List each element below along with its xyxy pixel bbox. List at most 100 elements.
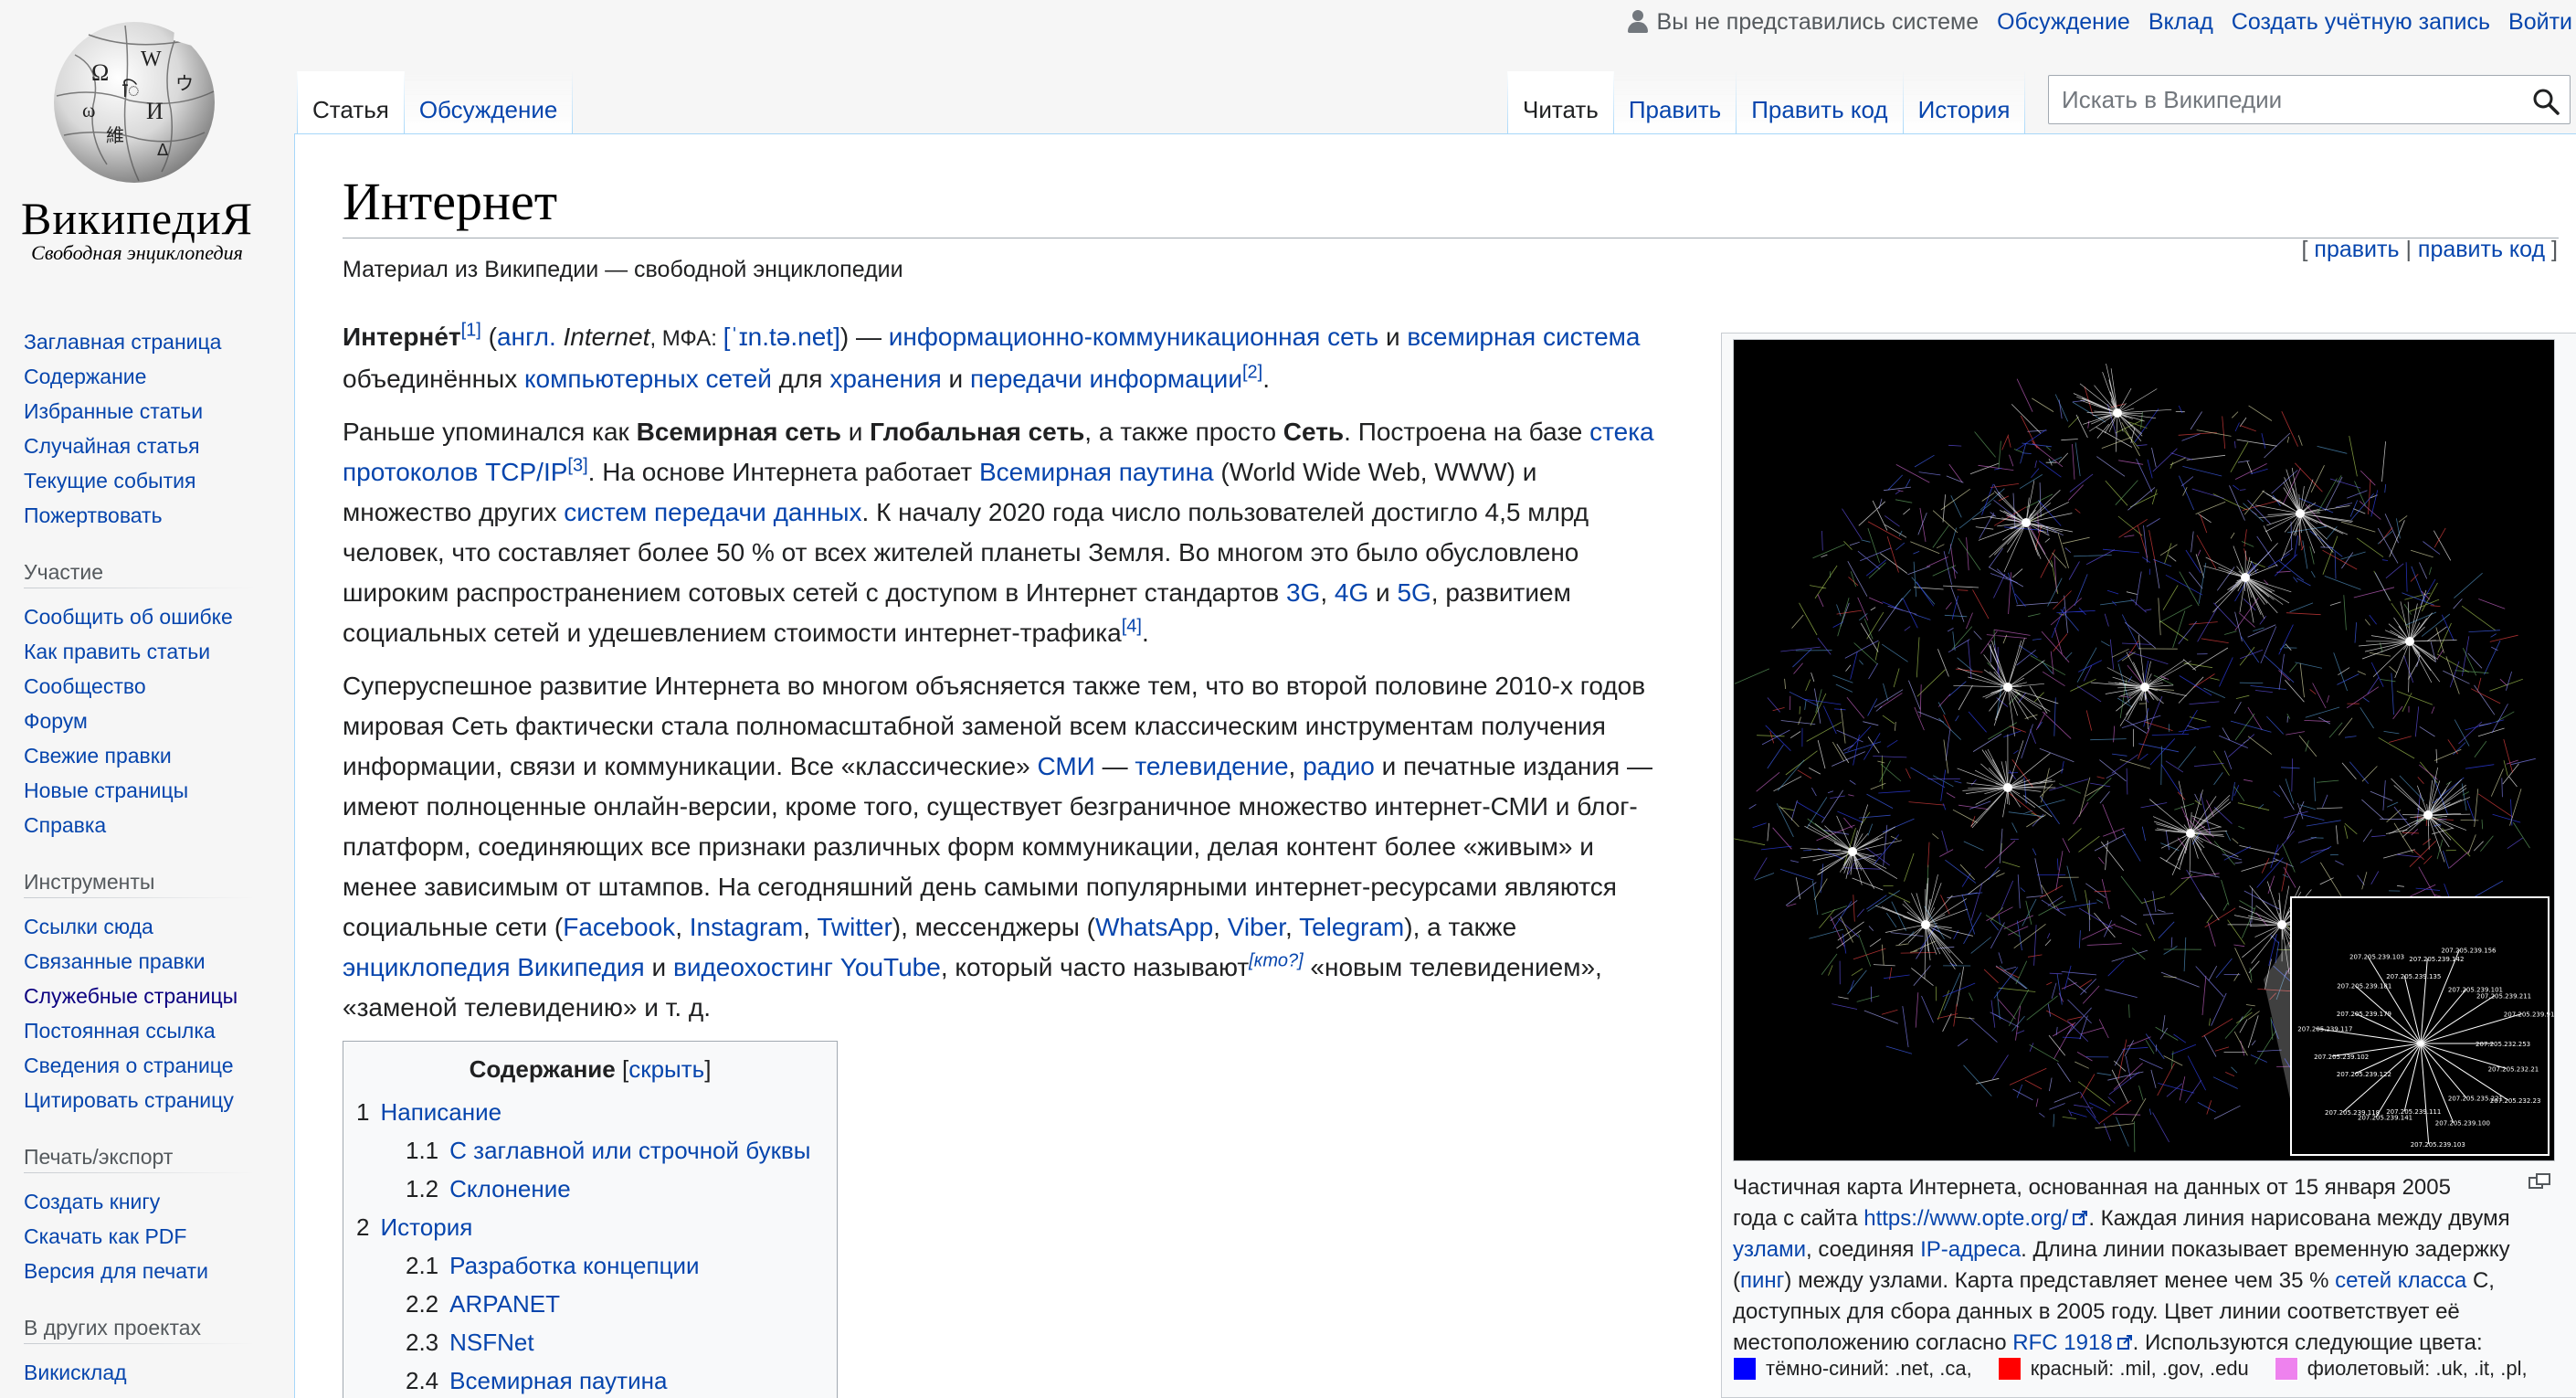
- ipa-link[interactable]: [ˈɪn.tə.net]: [723, 323, 840, 351]
- sidebar-tools: Инструменты Ссылки сюда Связанные правки…: [0, 870, 294, 1117]
- link-whatsapp[interactable]: WhatsApp: [1095, 913, 1213, 941]
- link-telegram[interactable]: Telegram: [1299, 913, 1404, 941]
- search-input[interactable]: [2049, 76, 2524, 123]
- sidebar-item-featured[interactable]: Избранные статьи: [24, 399, 203, 423]
- sidebar-item-recent-changes[interactable]: Свежие правки: [24, 744, 172, 768]
- toc-hide-link[interactable]: скрыть: [628, 1055, 704, 1083]
- toc-item[interactable]: 2.2 ARPANET: [356, 1285, 824, 1323]
- legend-swatch: [2274, 1357, 2298, 1381]
- my-talk-link[interactable]: Обсуждение: [1997, 9, 2130, 36]
- edit-link[interactable]: править: [2314, 237, 2399, 262]
- nodes-link[interactable]: узлами: [1733, 1237, 1806, 1262]
- sidebar-item-permanent-link[interactable]: Постоянная ссылка: [24, 1019, 216, 1043]
- toc-link[interactable]: С заглавной или строчной буквы: [449, 1137, 810, 1164]
- login-link[interactable]: Войти: [2508, 9, 2572, 36]
- sidebar-item-related-changes[interactable]: Связанные правки: [24, 949, 206, 973]
- edit-source-link[interactable]: править код: [2418, 237, 2545, 262]
- link-radio[interactable]: радио: [1303, 752, 1375, 780]
- toc-link[interactable]: История: [380, 1213, 472, 1241]
- toc-link[interactable]: Склонение: [449, 1175, 571, 1202]
- sidebar-item-current-events[interactable]: Текущие события: [24, 469, 195, 492]
- sidebar-item-cite-page[interactable]: Цитировать страницу: [24, 1088, 234, 1112]
- sidebar-item-contents[interactable]: Содержание: [24, 365, 146, 388]
- sidebar-item-random[interactable]: Случайная статья: [24, 434, 200, 458]
- class-c-link[interactable]: сетей класса: [2335, 1268, 2466, 1293]
- ping-link[interactable]: пинг: [1740, 1268, 1784, 1293]
- sidebar-item-download-pdf[interactable]: Скачать как PDF: [24, 1224, 186, 1248]
- toc-link[interactable]: Написание: [380, 1098, 501, 1126]
- link-www[interactable]: Всемирная паутина: [979, 458, 1214, 486]
- link-youtube[interactable]: видеохостинг YouTube: [673, 953, 941, 981]
- rfc1918-link[interactable]: RFC 1918: [2012, 1330, 2112, 1355]
- create-account-link[interactable]: Создать учётную запись: [2232, 9, 2490, 36]
- toc-item[interactable]: 2.4 Всемирная паутина: [356, 1361, 824, 1398]
- lang-link[interactable]: англ.: [497, 323, 556, 351]
- sidebar-item-what-links-here[interactable]: Ссылки сюда: [24, 915, 153, 938]
- internet-map-image[interactable]: 207.205.232.253 207.205.232.21 207.205.232…: [1733, 339, 2555, 1161]
- tab-edit[interactable]: Править: [1613, 71, 1737, 133]
- sidebar-item-commons[interactable]: Викисклад: [24, 1361, 127, 1384]
- toc-link[interactable]: Всемирная паутина: [449, 1367, 667, 1394]
- link-tcpip-stack[interactable]: стека: [1589, 418, 1654, 446]
- sidebar-item-special-pages[interactable]: Служебные страницы: [24, 984, 238, 1008]
- link-wikipedia[interactable]: энциклопедия Википедия: [343, 953, 645, 981]
- text-span: (World Wide Web, WWW) и: [1213, 458, 1537, 486]
- sidebar-item-report-error[interactable]: Сообщить об ошибке: [24, 605, 233, 629]
- wikipedia-logo[interactable]: Ω W ウ ि ω И 維 ᐃ ВикипедиЯ Свободная энци…: [0, 0, 294, 274]
- sidebar-item-community[interactable]: Сообщество: [24, 674, 146, 698]
- link-computer-networks[interactable]: компьютерных сетей: [524, 365, 772, 393]
- sidebar-item-how-to-edit[interactable]: Как править статьи: [24, 640, 210, 663]
- sidebar-item-forum[interactable]: Форум: [24, 709, 88, 733]
- link-smi[interactable]: СМИ: [1037, 752, 1094, 780]
- toc-link[interactable]: Разработка концепции: [449, 1252, 699, 1279]
- sidebar-heading-projects: В других проектах: [24, 1316, 256, 1344]
- toc-item[interactable]: 1 Написание: [356, 1093, 824, 1131]
- link-5g[interactable]: 5G: [1397, 578, 1431, 607]
- who-link[interactable]: [кто?]: [1249, 951, 1303, 971]
- toc-link[interactable]: NSFNet: [449, 1329, 533, 1356]
- my-contributions-link[interactable]: Вклад: [2148, 9, 2213, 36]
- link-ict-network[interactable]: информационно-коммуникационная сеть: [889, 323, 1378, 351]
- link-world-system[interactable]: всемирная система: [1407, 323, 1640, 351]
- tab-read[interactable]: Читать: [1507, 71, 1614, 133]
- link-tv[interactable]: телевидение: [1135, 752, 1288, 780]
- sidebar-item-main-page[interactable]: Заглавная страница: [24, 330, 221, 354]
- tab-history[interactable]: История: [1903, 71, 2026, 133]
- sidebar-item-help[interactable]: Справка: [24, 813, 106, 837]
- toc-item[interactable]: 2 История: [356, 1208, 824, 1246]
- link-4g[interactable]: 4G: [1335, 578, 1368, 607]
- tab-edit-source[interactable]: Править код: [1737, 71, 1904, 133]
- ref-link[interactable]: [2]: [1242, 363, 1262, 383]
- sidebar-item-printable[interactable]: Версия для печати: [24, 1259, 208, 1283]
- link-facebook[interactable]: Facebook: [563, 913, 675, 941]
- sidebar-item-donate[interactable]: Пожертвовать: [24, 503, 163, 527]
- ip-address-link[interactable]: IP-адреса: [1920, 1237, 2021, 1262]
- link-data-systems[interactable]: систем передачи данных: [564, 498, 861, 526]
- sidebar-item-create-book[interactable]: Создать книгу: [24, 1190, 160, 1213]
- link-data-transfer[interactable]: передачи информации: [970, 365, 1242, 393]
- sidebar-item-new-pages[interactable]: Новые страницы: [24, 778, 188, 802]
- link-storage[interactable]: хранения: [829, 365, 941, 393]
- ref-link[interactable]: [3]: [567, 456, 587, 476]
- link-viber[interactable]: Viber: [1228, 913, 1285, 941]
- toc-item[interactable]: 1.2 Склонение: [356, 1170, 824, 1208]
- toc-item[interactable]: 1.1 С заглавной или строчной буквы: [356, 1131, 824, 1170]
- search-icon[interactable]: [2531, 87, 2560, 116]
- link-twitter[interactable]: Twitter: [817, 913, 892, 941]
- tab-discussion[interactable]: Обсуждение: [404, 71, 574, 133]
- opte-link[interactable]: https://www.opte.org/: [1863, 1206, 2068, 1231]
- tab-article[interactable]: Статья: [297, 71, 405, 133]
- toc-item[interactable]: 2.3 NSFNet: [356, 1323, 824, 1361]
- ref-link[interactable]: [1]: [461, 321, 481, 341]
- text-span: для: [771, 365, 830, 393]
- sidebar-item-page-info[interactable]: Сведения о странице: [24, 1054, 234, 1077]
- toc-item[interactable]: 2.1 Разработка концепции: [356, 1246, 824, 1285]
- link-3g[interactable]: 3G: [1286, 578, 1320, 607]
- link-instagram[interactable]: Instagram: [690, 913, 804, 941]
- toc-link[interactable]: ARPANET: [449, 1290, 560, 1318]
- text-span: и: [1368, 578, 1398, 607]
- ref-link[interactable]: [4]: [1122, 617, 1142, 637]
- link-tcpip-stack-cont[interactable]: протоколов TCP/IP: [343, 458, 567, 486]
- magnify-icon[interactable]: [2528, 1172, 2551, 1191]
- map-hub: [1848, 847, 1857, 856]
